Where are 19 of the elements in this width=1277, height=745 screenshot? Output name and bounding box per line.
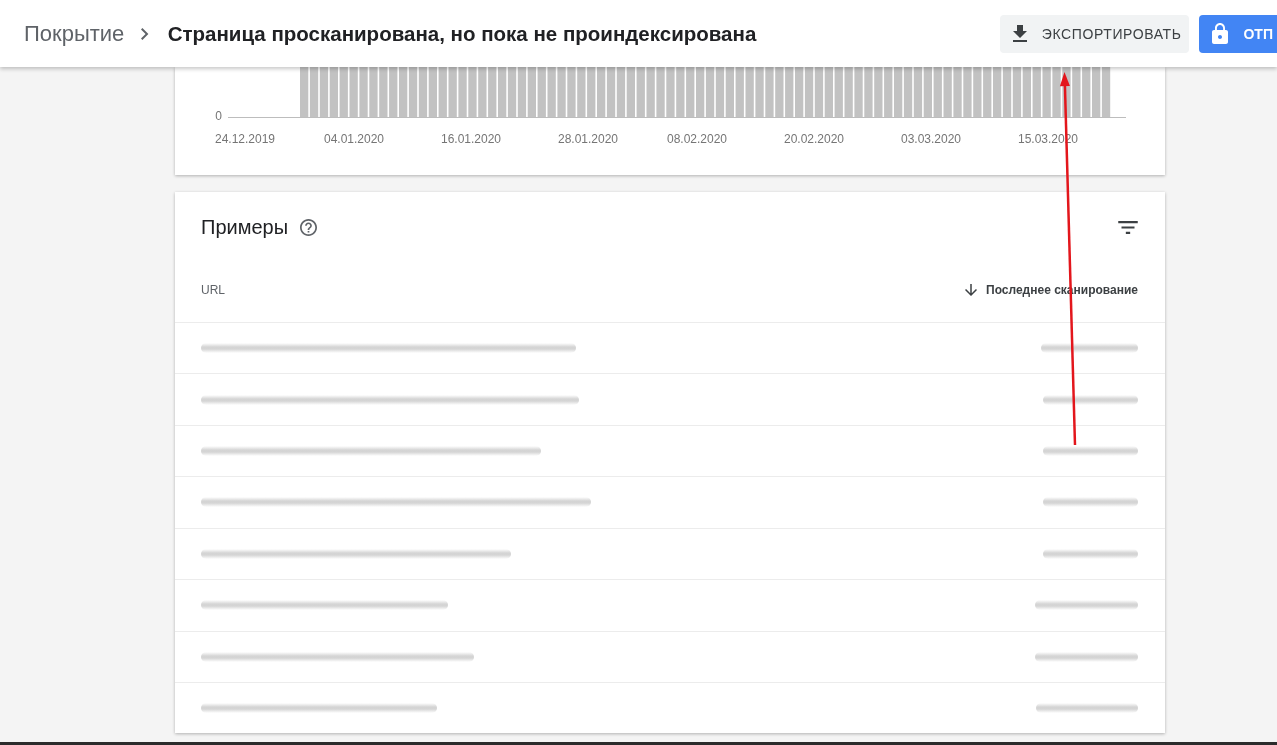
lock-button[interactable]: ОТП xyxy=(1199,14,1277,53)
axis-label: 0 xyxy=(215,108,222,124)
axis-label: 28.01.2020 xyxy=(557,131,619,147)
axis-label: 03.03.2020 xyxy=(900,131,962,147)
help-icon[interactable] xyxy=(300,218,318,236)
axis-label: 08.02.2020 xyxy=(666,131,728,147)
download-icon xyxy=(1012,25,1027,42)
export-button[interactable]: ЭКСПОРТИРОВАТЬ xyxy=(999,14,1190,53)
axis-label: 16.01.2020 xyxy=(440,131,502,147)
breadcrumb-link[interactable]: Покрытие xyxy=(24,20,125,47)
axis-label: 04.01.2020 xyxy=(323,131,385,147)
filter-icon[interactable] xyxy=(1118,220,1138,234)
column-header[interactable]: URL xyxy=(201,283,225,297)
chevron-right-icon xyxy=(141,27,149,40)
axis-label: 20.02.2020 xyxy=(783,131,845,147)
page-title: Страница просканирована, но пока не проиндексирована xyxy=(167,21,757,46)
axis-label: 24.12.2019 xyxy=(214,131,276,147)
section-title: Примеры xyxy=(201,215,289,239)
lock-icon xyxy=(1212,23,1229,44)
